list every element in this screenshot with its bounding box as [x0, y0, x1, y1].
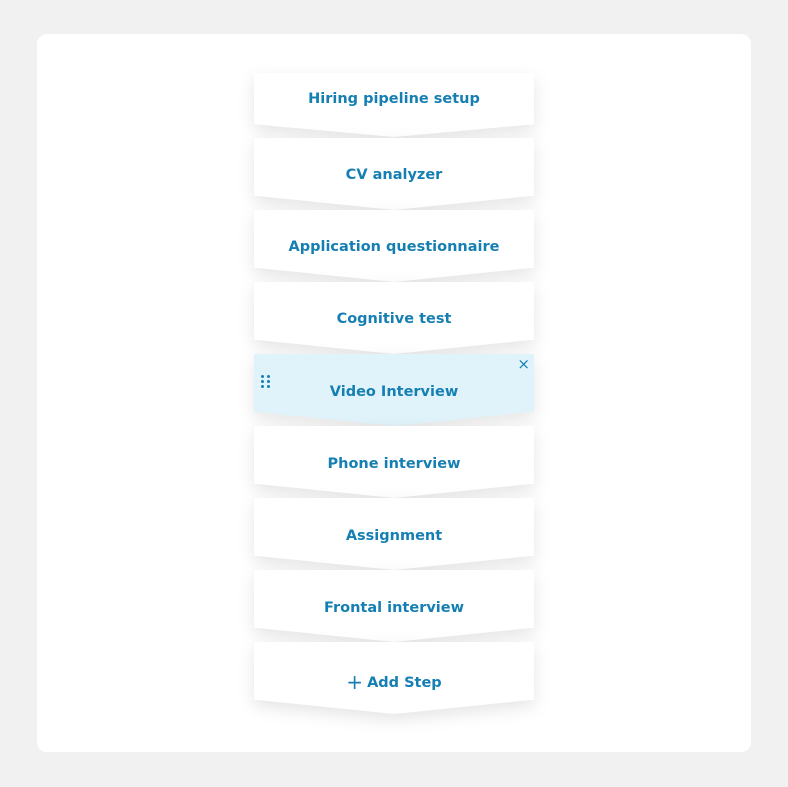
- step-label: Application questionnaire: [288, 239, 500, 255]
- step-label: CV analyzer: [345, 167, 443, 183]
- step-label: Hiring pipeline setup: [308, 91, 480, 107]
- add-step-button[interactable]: + Add Step: [254, 642, 534, 714]
- step-video-interview[interactable]: × Video Interview: [254, 354, 534, 426]
- step-phone-interview[interactable]: Phone interview: [254, 426, 534, 498]
- step-label: Phone interview: [327, 456, 461, 472]
- step-assignment[interactable]: Assignment: [254, 498, 534, 570]
- step-frontal-interview[interactable]: Frontal interview: [254, 570, 534, 642]
- step-application-questionnaire[interactable]: Application questionnaire: [254, 210, 534, 282]
- step-cv-analyzer[interactable]: CV analyzer: [254, 138, 534, 210]
- step-label: Assignment: [345, 528, 443, 544]
- step-cognitive-test[interactable]: Cognitive test: [254, 282, 534, 354]
- step-label: Video Interview: [329, 384, 459, 400]
- plus-icon: +: [346, 670, 364, 694]
- step-label: Frontal interview: [323, 600, 464, 616]
- add-step-label: Add Step: [367, 675, 442, 691]
- step-label: Cognitive test: [336, 311, 452, 327]
- close-icon[interactable]: ×: [517, 355, 530, 373]
- step-hiring-pipeline-setup[interactable]: Hiring pipeline setup: [254, 73, 534, 137]
